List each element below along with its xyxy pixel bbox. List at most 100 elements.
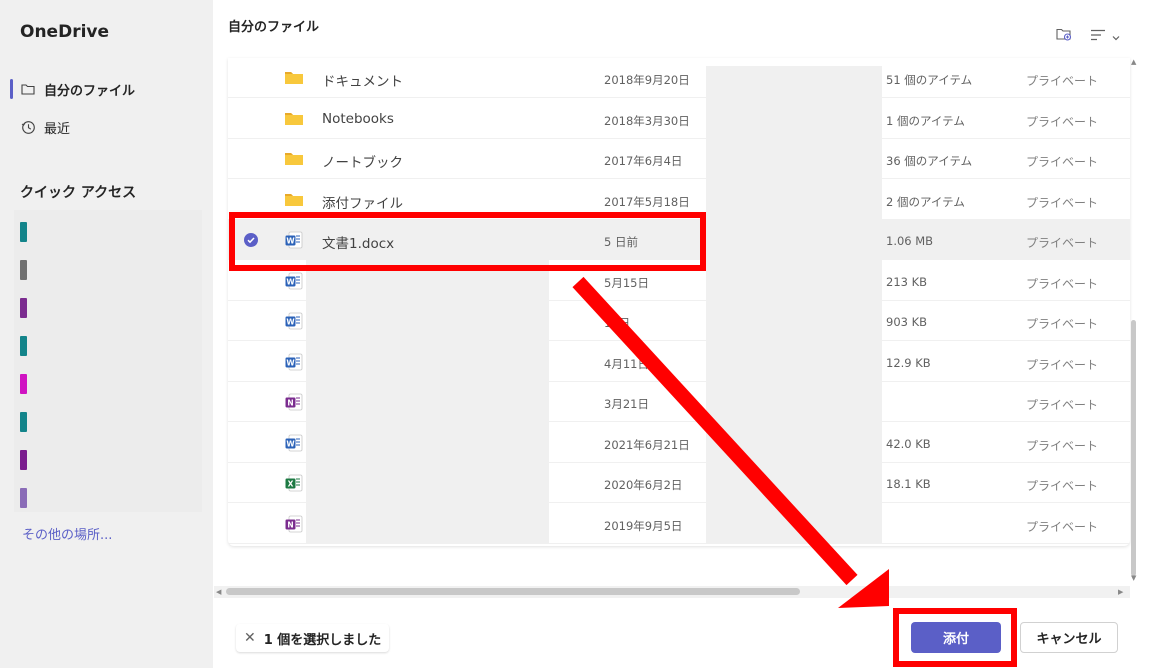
- file-sharing: プライベート: [1026, 114, 1099, 129]
- sort-icon: [1090, 26, 1106, 45]
- file-modified-date: 2021年6月21日: [604, 437, 690, 452]
- svg-text:W: W: [286, 236, 295, 245]
- vertical-scrollbar[interactable]: ▲ ▼: [1130, 58, 1140, 588]
- file-modified-date: 2017年6月4日: [604, 154, 683, 168]
- quick-access-item[interactable]: [20, 374, 27, 394]
- file-sharing: プライベート: [1026, 479, 1099, 493]
- quick-access-item[interactable]: [20, 222, 27, 242]
- word-file-icon: W: [284, 352, 304, 372]
- file-size: 18.1 KB: [886, 477, 931, 491]
- scroll-left-arrow[interactable]: ◀: [216, 588, 221, 596]
- new-folder-icon[interactable]: [1056, 26, 1072, 45]
- quick-access-title: クイック アクセス: [20, 185, 137, 201]
- file-sharing: プライベート: [1026, 155, 1099, 169]
- file-modified-date: 5月15日: [604, 275, 649, 290]
- file-name[interactable]: Notebooks: [322, 111, 394, 127]
- file-size: 1 個のアイテム: [886, 113, 965, 128]
- svg-text:W: W: [286, 358, 295, 367]
- selection-text: 1 個を選択しました: [263, 632, 382, 648]
- redacted-area: [706, 66, 882, 220]
- file-size: 51 個のアイテム: [886, 73, 973, 87]
- word-file-icon: W: [284, 433, 304, 453]
- file-sharing: プライベート: [1026, 276, 1099, 291]
- svg-text:W: W: [286, 277, 295, 286]
- quick-access-item[interactable]: [20, 488, 27, 508]
- file-modified-date: 2017年5月18日: [604, 194, 690, 209]
- file-sharing: プライベート: [1026, 357, 1099, 372]
- nav-item-recent[interactable]: 最近: [10, 113, 205, 141]
- file-size: 2 個のアイテム: [886, 194, 965, 209]
- horizontal-scrollbar[interactable]: ◀ ▶: [214, 586, 1130, 598]
- scroll-down-arrow[interactable]: ▼: [1131, 574, 1136, 582]
- redacted-area: [706, 260, 882, 544]
- history-icon: [20, 119, 36, 135]
- file-modified-date: 2020年6月2日: [604, 478, 683, 492]
- toolbar: [1056, 26, 1120, 45]
- quick-access-item[interactable]: [20, 336, 27, 356]
- app-brand: OneDrive: [20, 22, 110, 42]
- file-modified-date: 2018年9月20日: [604, 73, 690, 87]
- attach-button[interactable]: 添付: [911, 622, 1001, 653]
- file-row[interactable]: 添付ファイル 2017年5月18日 2 個のアイテム プライベート: [228, 180, 1130, 220]
- file-list: N 2019年9月5日 プライベート X 2020年6月2日 18.1 KB プライベート W…: [228, 58, 1130, 546]
- file-modified-date: 4月11日: [604, 356, 649, 371]
- quick-access-item[interactable]: [20, 450, 27, 470]
- svg-text:N: N: [287, 520, 293, 529]
- folder-icon: [284, 149, 304, 169]
- file-sharing: プライベート: [1026, 438, 1099, 453]
- file-row[interactable]: W 文書1.docx 5 日前 1.06 MB プライベート: [228, 220, 1130, 260]
- file-modified-date: 3月21日: [604, 397, 649, 411]
- folder-icon: [284, 68, 304, 88]
- file-modified-date: 2018年3月30日: [604, 113, 690, 128]
- file-sharing: プライベート: [1026, 74, 1099, 88]
- scrollbar-thumb[interactable]: [1131, 320, 1136, 576]
- excel-file-icon: X: [284, 473, 304, 493]
- close-icon[interactable]: ✕: [244, 630, 256, 646]
- quick-access-item[interactable]: [20, 412, 27, 432]
- scroll-up-arrow[interactable]: ▲: [1131, 58, 1136, 66]
- page-title: 自分のファイル: [228, 20, 320, 35]
- file-size: 213 KB: [886, 274, 928, 289]
- nav-item-label: 最近: [44, 121, 71, 137]
- file-name[interactable]: ドキュメント: [322, 70, 403, 90]
- word-file-icon: W: [284, 311, 304, 331]
- quick-access-list: [14, 210, 202, 512]
- checkmark-icon[interactable]: [244, 233, 258, 247]
- word-file-icon: W: [284, 271, 304, 291]
- folder-icon: [20, 81, 36, 97]
- scroll-right-arrow[interactable]: ▶: [1118, 588, 1123, 596]
- redacted-area: [306, 260, 549, 544]
- file-size: 1.06 MB: [886, 234, 934, 248]
- svg-text:X: X: [288, 479, 294, 488]
- file-row[interactable]: ノートブック 2017年6月4日 36 個のアイテム プライベート: [228, 139, 1130, 179]
- file-sharing: プライベート: [1026, 195, 1099, 210]
- file-sharing: プライベート: [1026, 317, 1099, 331]
- file-sharing: プライベート: [1026, 236, 1099, 250]
- file-name[interactable]: 添付ファイル: [322, 192, 403, 212]
- file-row[interactable]: Notebooks 2018年3月30日 1 個のアイテム プライベート: [228, 99, 1130, 139]
- file-name[interactable]: 文書1.docx: [322, 232, 394, 252]
- file-size: 903 KB: [886, 315, 928, 329]
- more-places-link[interactable]: その他の場所...: [22, 524, 112, 543]
- quick-access-item[interactable]: [20, 260, 27, 280]
- quick-access-item[interactable]: [20, 298, 27, 318]
- cancel-button[interactable]: キャンセル: [1020, 622, 1118, 653]
- folder-icon: [284, 109, 304, 129]
- scrollbar-thumb[interactable]: [226, 588, 800, 595]
- sort-menu[interactable]: [1090, 26, 1120, 45]
- file-size: 36 個のアイテム: [886, 154, 973, 168]
- folder-icon: [284, 190, 304, 210]
- svg-text:W: W: [286, 317, 295, 326]
- onenote-file-icon: N: [284, 514, 304, 534]
- selection-chip[interactable]: ✕ 1 個を選択しました: [236, 624, 390, 652]
- file-size: 42.0 KB: [886, 436, 931, 451]
- file-modified-date: 2019年9月5日: [604, 518, 683, 533]
- file-name[interactable]: ノートブック: [322, 151, 403, 171]
- sidebar: OneDrive 自分のファイル 最近 クイック アクセス その他の場所...: [0, 0, 213, 668]
- file-row[interactable]: ドキュメント 2018年9月20日 51 個のアイテム プライベート: [228, 58, 1130, 98]
- svg-text:W: W: [286, 439, 295, 448]
- nav-item-my-files[interactable]: 自分のファイル: [10, 75, 205, 103]
- file-modified-date: 5 日前: [604, 235, 638, 249]
- nav-item-label: 自分のファイル: [44, 83, 136, 99]
- word-file-icon: W: [284, 230, 304, 250]
